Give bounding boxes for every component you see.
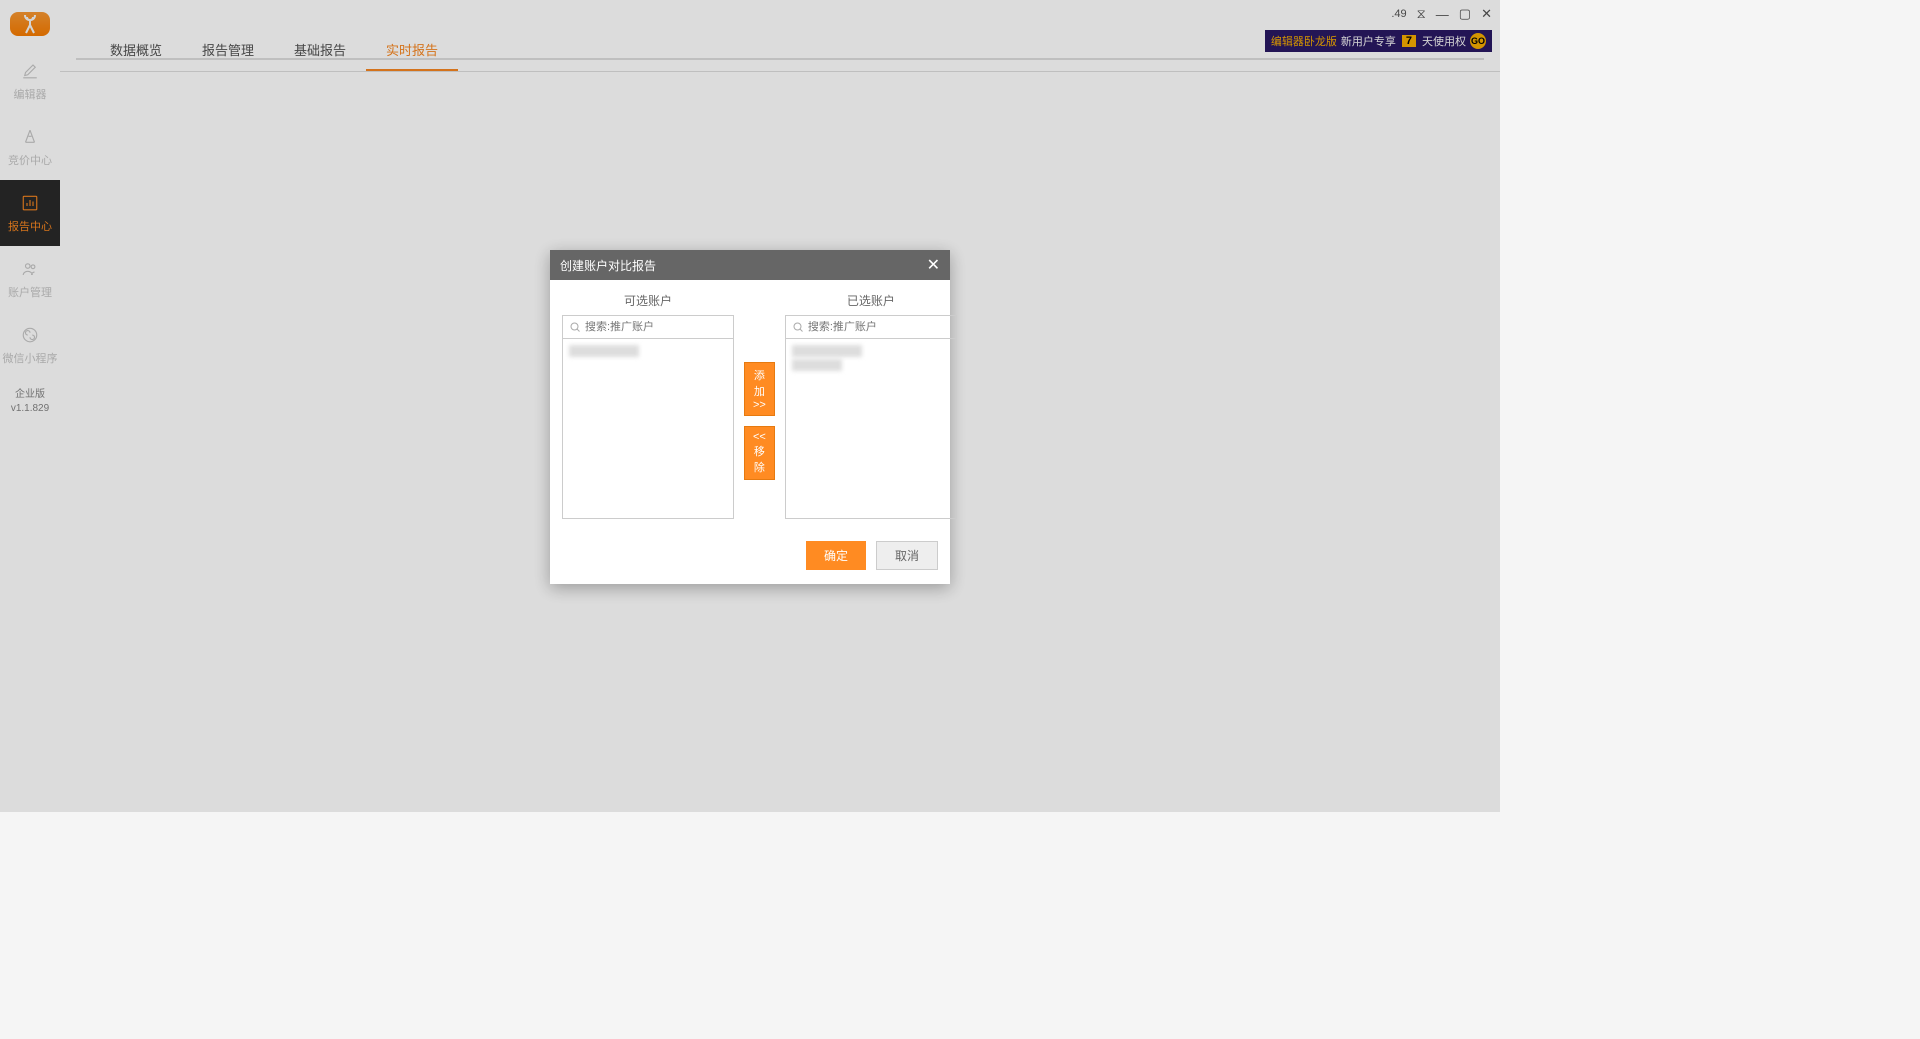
available-list[interactable]: [562, 339, 734, 519]
available-search-input[interactable]: [585, 321, 727, 333]
list-item[interactable]: [792, 345, 862, 357]
transfer-buttons: 添加>> <<移除: [744, 362, 775, 480]
cancel-button[interactable]: 取消: [876, 541, 938, 570]
available-accounts-column: 可选账户: [562, 292, 734, 519]
modal-title: 创建账户对比报告: [560, 257, 656, 274]
selected-list[interactable]: [785, 339, 957, 519]
search-icon: [569, 321, 581, 333]
ok-button[interactable]: 确定: [806, 541, 866, 570]
add-button[interactable]: 添加>>: [744, 362, 775, 416]
create-compare-modal: 创建账户对比报告 ✕ 可选账户 添加>> <<移除 已选账户: [550, 250, 950, 584]
selected-accounts-column: 已选账户: [785, 292, 957, 519]
modal-close-button[interactable]: ✕: [927, 255, 940, 275]
modal-header: 创建账户对比报告 ✕: [550, 250, 950, 280]
list-item[interactable]: [569, 345, 639, 357]
remove-button[interactable]: <<移除: [744, 426, 775, 480]
list-item[interactable]: [792, 359, 842, 371]
modal-footer: 确定 取消: [550, 531, 950, 584]
selected-search-input[interactable]: [808, 321, 950, 333]
available-title: 可选账户: [562, 292, 734, 309]
selected-search-box: [785, 315, 957, 339]
search-icon: [792, 321, 804, 333]
available-search-box: [562, 315, 734, 339]
selected-title: 已选账户: [785, 292, 957, 309]
